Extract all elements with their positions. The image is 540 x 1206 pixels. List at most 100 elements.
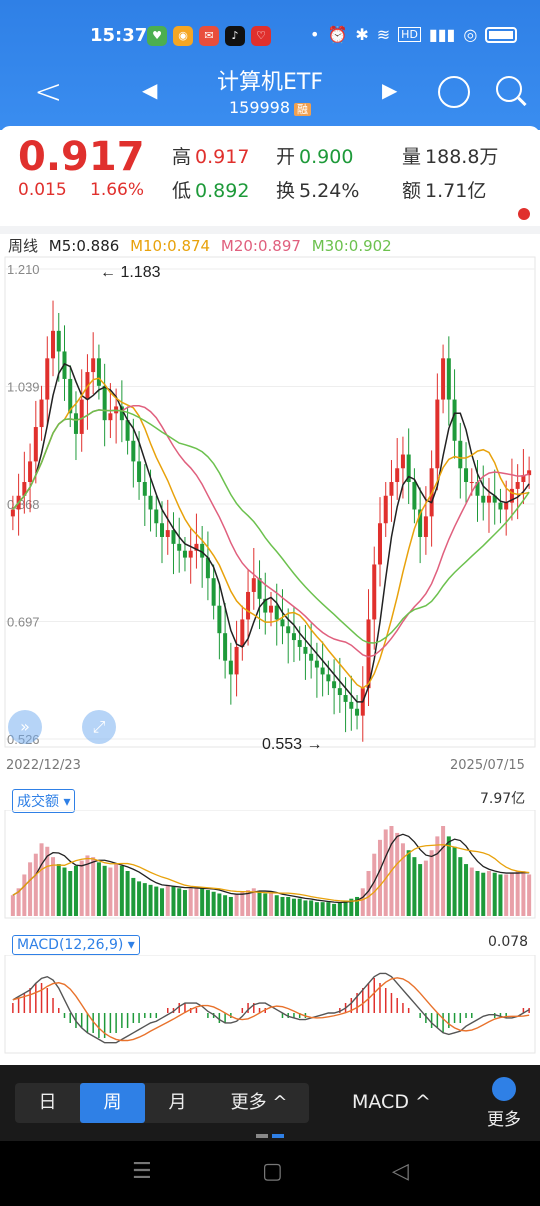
expand-left-icon[interactable]: » xyxy=(8,710,42,744)
candle-body xyxy=(355,708,360,716)
price-change: 0.015 xyxy=(18,180,67,200)
home-icon[interactable]: ▢ xyxy=(262,1159,283,1184)
volume-bar xyxy=(509,872,514,916)
tiktok-icon: ♪ xyxy=(225,26,245,46)
volume-bar xyxy=(360,888,365,916)
volume-bar xyxy=(68,871,73,916)
candle-body xyxy=(383,495,388,524)
margin-badge: 融 xyxy=(294,103,312,116)
volume-bar xyxy=(429,850,434,916)
volume-bar xyxy=(234,893,239,916)
volume-bar xyxy=(205,890,210,916)
volume-bar xyxy=(137,881,142,916)
candle-body xyxy=(314,660,319,668)
candle-body xyxy=(33,427,38,462)
max-price-label: ← 1.183 xyxy=(100,264,161,281)
volume-bar xyxy=(458,857,463,916)
volume-bar xyxy=(125,871,130,916)
chat-icon[interactable] xyxy=(438,76,470,108)
volume-bar xyxy=(498,874,503,916)
volume-field: 量 188.8万 xyxy=(402,142,498,169)
candle-body xyxy=(223,633,228,661)
volume-bar xyxy=(102,865,107,916)
kline-chart[interactable]: 1.2101.0390.8680.6970.526← 1.1830.553 → xyxy=(0,255,540,755)
fullscreen-icon[interactable]: ⤢ xyxy=(82,710,116,744)
signal-icon: ▮▮▮ xyxy=(428,25,456,44)
search-icon[interactable] xyxy=(496,76,522,102)
tab-day[interactable]: 日 xyxy=(15,1083,80,1123)
volume-bar xyxy=(257,891,262,916)
volume-bar xyxy=(280,896,285,916)
app-header: 15:37 ♥ ◉ ✉ ♪ ♡ • ⏰ ✱ ≋ HD ▮▮▮ ◎ < ◀ 计算机… xyxy=(0,0,540,130)
turnover-label: 换 xyxy=(276,180,296,202)
volume-bar xyxy=(119,865,124,916)
candle-body xyxy=(10,509,15,517)
candle-body xyxy=(251,578,256,592)
tab-week[interactable]: 周 xyxy=(80,1083,145,1123)
macd-indicator-select[interactable]: MACD(12,26,9) ▾ xyxy=(12,935,140,955)
ma10-label: M10:0.874 xyxy=(130,237,211,255)
ma-legend[interactable]: 周线 M5:0.886 M10:0.874 M20:0.897 M30:0.90… xyxy=(8,235,398,256)
tab-more[interactable]: 更多 ^ xyxy=(210,1083,308,1123)
volume-bar xyxy=(446,836,451,916)
candle-body xyxy=(464,468,469,483)
start-date-label: 2022/12/23 xyxy=(6,758,81,773)
volume-bar xyxy=(441,826,446,916)
volume-bar xyxy=(114,864,119,916)
period-label: 周线 xyxy=(8,237,39,255)
volume-bar xyxy=(452,846,457,916)
low-field: 低 0.892 xyxy=(172,176,249,203)
volume-bar xyxy=(223,895,228,916)
candle-body xyxy=(51,330,56,359)
recent-apps-icon[interactable]: ☰ xyxy=(132,1159,152,1184)
volume-bar xyxy=(326,902,331,916)
back-nav-icon[interactable]: ◁ xyxy=(392,1159,409,1184)
candle-body xyxy=(504,502,509,510)
candle-body xyxy=(343,695,348,702)
volume-bar xyxy=(527,874,532,916)
indicator-switch-label: MACD xyxy=(352,1091,409,1113)
candle-body xyxy=(108,413,113,421)
quote-panel: 0.917 0.015 1.66% 高 0.917 开 0.900 量 188.8万 … xyxy=(0,126,540,226)
candle-body xyxy=(182,550,187,558)
app-icon-1: ♥ xyxy=(147,26,167,46)
indicator-switch[interactable]: MACD ^ xyxy=(352,1091,431,1113)
page-dot-active xyxy=(272,1134,284,1138)
volume-chart[interactable] xyxy=(0,810,540,920)
volume-bar xyxy=(131,877,136,916)
high-value: 0.917 xyxy=(195,146,250,168)
amount-field: 额 1.71亿 xyxy=(402,176,486,203)
volume-bar xyxy=(177,888,182,916)
tab-month[interactable]: 月 xyxy=(145,1083,210,1123)
system-nav-bar: ☰ ▢ ◁ xyxy=(0,1141,540,1206)
candle-body xyxy=(228,660,233,675)
end-date-label: 2025/07/15 xyxy=(450,758,525,773)
macd-frame xyxy=(4,955,536,1054)
candle-body xyxy=(291,633,296,641)
macd-dif-line xyxy=(12,972,530,1044)
more-button[interactable]: 更多 xyxy=(484,1077,524,1130)
volume-bar xyxy=(39,843,44,916)
candle-body xyxy=(142,482,147,496)
volume-bar xyxy=(492,872,497,916)
section-divider xyxy=(0,226,540,234)
volume-bar xyxy=(188,888,193,916)
open-field: 开 0.900 xyxy=(276,142,353,169)
macd-chart[interactable] xyxy=(0,955,540,1055)
candle-body xyxy=(320,667,325,675)
volume-bar xyxy=(165,884,170,916)
candle-body xyxy=(56,330,61,352)
alert-dot-icon[interactable] xyxy=(518,208,530,220)
min-price-label: 0.553 → xyxy=(262,736,322,753)
volume-bar xyxy=(228,896,233,916)
volume-bar xyxy=(22,874,27,916)
candle-body xyxy=(79,399,84,434)
next-stock-icon[interactable]: ▶ xyxy=(382,78,397,102)
volume-bar xyxy=(56,864,61,916)
candle-body xyxy=(268,605,274,613)
candle-body xyxy=(39,399,44,428)
y-tick-label: 1.210 xyxy=(7,262,40,277)
volume-bar xyxy=(10,895,15,916)
macd-dea-line xyxy=(12,977,530,1042)
hd-icon: HD xyxy=(398,27,421,42)
